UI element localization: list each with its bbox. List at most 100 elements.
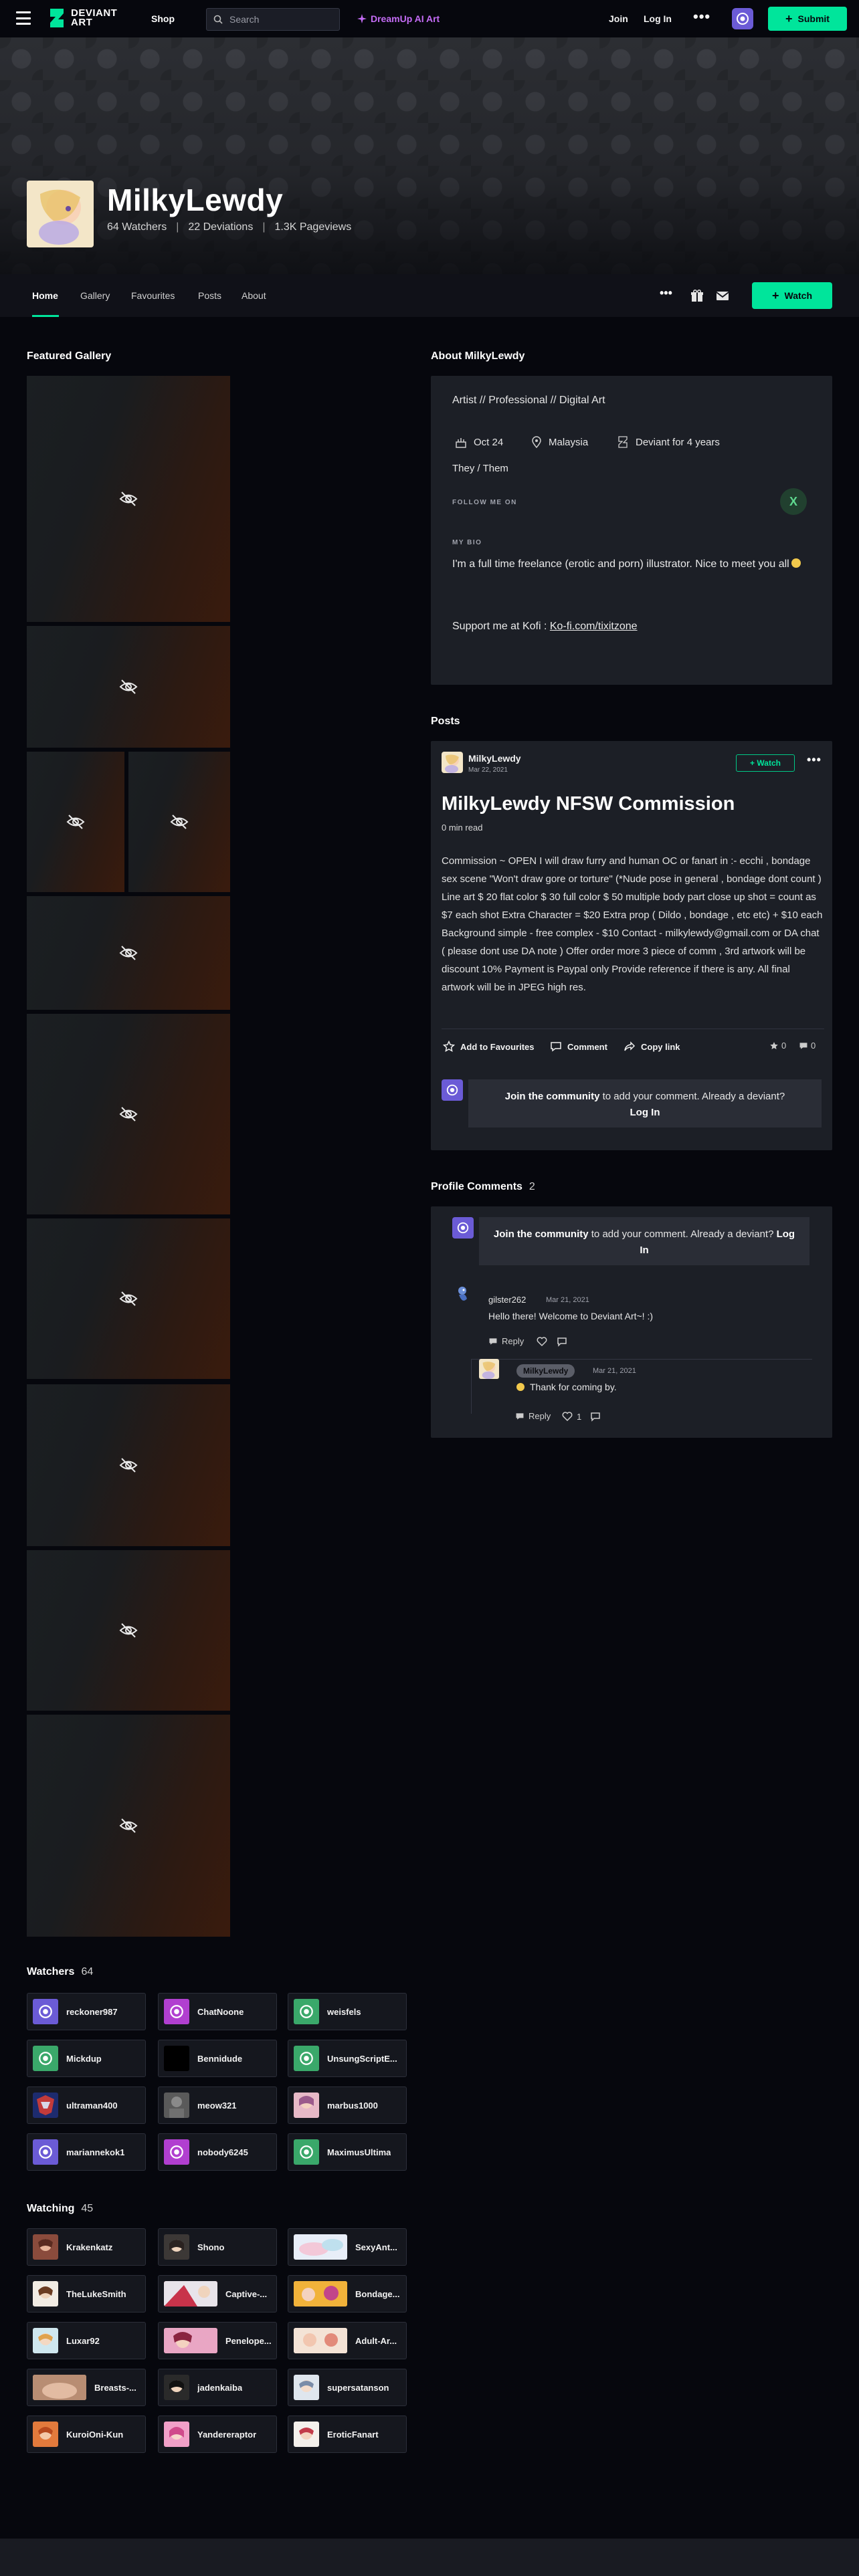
gallery-thumbnail-hidden[interactable] (27, 1550, 230, 1711)
mail-icon[interactable] (716, 289, 729, 302)
gallery-thumbnail-hidden[interactable] (27, 376, 230, 622)
menu-icon[interactable] (16, 11, 31, 25)
tab-home[interactable]: Home (32, 290, 58, 301)
watching-card[interactable]: Luxar92 (27, 2322, 146, 2359)
watching-card[interactable]: Penelope... (158, 2322, 277, 2359)
add-to-favourites-button[interactable]: Add to Favourites (443, 1041, 535, 1053)
watcher-card[interactable]: Bennidude (158, 2040, 277, 2077)
user-avatar (164, 2375, 189, 2400)
watching-card[interactable]: SexyAnt... (288, 2228, 407, 2266)
more-options-icon[interactable] (557, 1336, 567, 1347)
watcher-card[interactable]: reckoner987 (27, 1993, 146, 2030)
reply-button[interactable]: Reply (515, 1411, 551, 1421)
star-outline-icon (443, 1041, 455, 1052)
watching-card[interactable]: supersatanson (288, 2369, 407, 2406)
watching-name: Luxar92 (66, 2335, 100, 2346)
tab-about[interactable]: About (242, 290, 266, 301)
watching-card[interactable]: Yandereraptor (158, 2416, 277, 2453)
commenter-avatar[interactable] (479, 1359, 499, 1379)
dreamup-link[interactable]: DreamUp AI Art (357, 13, 440, 24)
watching-card[interactable]: jadenkaiba (158, 2369, 277, 2406)
watcher-card[interactable]: marbus1000 (288, 2086, 407, 2124)
tab-favourites[interactable]: Favourites (131, 290, 175, 301)
reply-button[interactable]: Reply (488, 1336, 524, 1346)
watcher-card[interactable]: nobody6245 (158, 2133, 277, 2171)
post-author-avatar[interactable] (442, 752, 463, 773)
bio-label: MY BIO (452, 539, 482, 546)
watching-card[interactable]: Captive-... (158, 2275, 277, 2313)
gallery-thumbnail-hidden[interactable] (27, 1218, 230, 1379)
tab-gallery[interactable]: Gallery (80, 290, 110, 301)
shop-link[interactable]: Shop (151, 13, 175, 24)
search-icon (213, 15, 223, 24)
user-banner-avatar (33, 2375, 86, 2400)
watcher-card[interactable]: MaximusUltima (288, 2133, 407, 2171)
comment-icon (551, 1042, 561, 1052)
gallery-thumbnail-hidden[interactable] (27, 1715, 230, 1937)
watcher-card[interactable]: meow321 (158, 2086, 277, 2124)
deviantart-logo-icon (50, 9, 64, 27)
default-avatar-icon[interactable] (732, 8, 753, 29)
copy-link-button[interactable]: Copy link (624, 1041, 680, 1053)
search-box[interactable] (206, 8, 340, 31)
search-input[interactable] (229, 14, 330, 25)
watcher-card[interactable]: weisfels (288, 1993, 407, 2030)
gallery-thumbnail-hidden[interactable] (128, 752, 230, 892)
deviations-count[interactable]: 22 Deviations (188, 221, 253, 233)
tab-posts[interactable]: Posts (198, 290, 221, 301)
watching-card[interactable]: Breasts-... (27, 2369, 146, 2406)
submit-button[interactable]: + Submit (768, 7, 847, 31)
post-watch-button[interactable]: + Watch (736, 754, 795, 772)
more-options-icon[interactable]: ••• (693, 9, 710, 24)
gallery-thumbnail-hidden[interactable] (27, 752, 124, 892)
watchers-count[interactable]: 64 Watchers (107, 221, 167, 233)
watcher-card[interactable]: UnsungScriptE... (288, 2040, 407, 2077)
watching-card[interactable]: Adult-Ar... (288, 2322, 407, 2359)
watching-card[interactable]: Bondage... (288, 2275, 407, 2313)
join-community-link[interactable]: Join the community (494, 1228, 589, 1240)
deviantart-small-icon (618, 436, 628, 448)
watchers-label: Watchers (27, 1966, 75, 1977)
post-more-options-icon[interactable]: ••• (807, 753, 822, 767)
heart-icon[interactable] (537, 1336, 547, 1347)
watching-card[interactable]: Krakenkatz (27, 2228, 146, 2266)
watcher-card[interactable]: mariannekok1 (27, 2133, 146, 2171)
like-button[interactable]: 1 (562, 1411, 581, 1422)
gift-icon[interactable] (690, 289, 704, 302)
post-author-name[interactable]: MilkyLewdy (468, 753, 521, 764)
join-community-box: Join the community to add your comment. … (468, 1079, 822, 1128)
more-options-icon[interactable]: ••• (660, 286, 672, 300)
gallery-thumbnail-hidden[interactable] (27, 626, 230, 748)
deviantart-logo[interactable]: DEVIANT ART (48, 7, 117, 29)
gallery-thumbnail-hidden[interactable] (27, 896, 230, 1010)
watching-card[interactable]: KuroiOni-Kun (27, 2416, 146, 2453)
join-community-link[interactable]: Join the community (505, 1091, 600, 1102)
comment-username[interactable]: gilster262 (488, 1295, 526, 1305)
watching-card[interactable]: TheLukeSmith (27, 2275, 146, 2313)
stats-separator: | (176, 221, 179, 233)
birthday-item: Oct 24 (455, 436, 503, 448)
kofi-link[interactable]: Ko-fi.com/tixitzone (550, 621, 638, 632)
post-date: Mar 22, 2021 (468, 766, 508, 774)
post-title[interactable]: MilkyLewdy NFSW Commission (442, 793, 735, 815)
more-options-icon[interactable] (590, 1411, 601, 1422)
x-social-icon[interactable]: X (780, 488, 807, 515)
gallery-thumbnail-hidden[interactable] (27, 1014, 230, 1214)
comment-button[interactable]: Comment (550, 1041, 607, 1053)
watching-card[interactable]: EroticFanart (288, 2416, 407, 2453)
join-login-link[interactable]: Log In (630, 1107, 660, 1118)
watcher-card[interactable]: ChatNoone (158, 1993, 277, 2030)
watch-button[interactable]: + Watch (752, 282, 832, 309)
watching-name: KuroiOni-Kun (66, 2429, 124, 2440)
eye-hidden-icon (119, 1291, 138, 1306)
login-link[interactable]: Log In (644, 13, 672, 24)
gallery-thumbnail-hidden[interactable] (27, 1384, 230, 1546)
commenter-avatar[interactable] (452, 1284, 472, 1304)
profile-avatar[interactable] (27, 181, 94, 247)
watching-card[interactable]: Shono (158, 2228, 277, 2266)
watcher-card[interactable]: Mickdup (27, 2040, 146, 2077)
comment-username-badge[interactable]: MilkyLewdy (516, 1364, 575, 1378)
watcher-card[interactable]: ultraman400 (27, 2086, 146, 2124)
comment-small-icon (799, 1042, 807, 1049)
join-link[interactable]: Join (609, 13, 628, 24)
